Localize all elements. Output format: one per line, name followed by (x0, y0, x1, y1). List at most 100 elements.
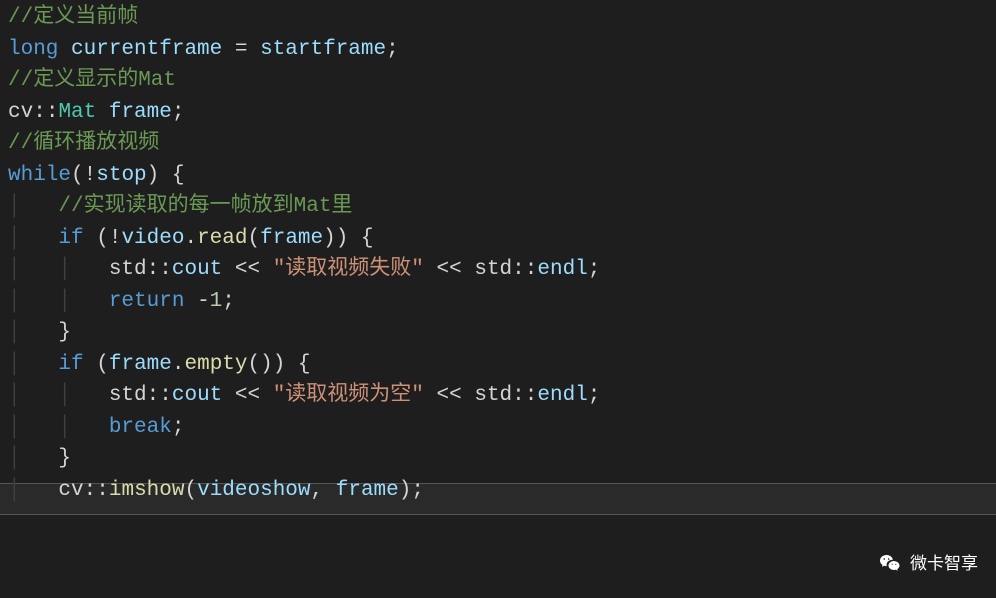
paren: ) { (147, 164, 185, 187)
code-line: cv::Mat frame; (8, 97, 996, 129)
indent-guide: │ (8, 317, 58, 349)
code-editor[interactable]: //定义当前帧 long currentframe = startframe; … (0, 0, 996, 506)
code-line: │ │ break; (8, 412, 996, 444)
keyword-while: while (8, 164, 71, 187)
indent-guide: │ │ (8, 412, 109, 444)
paren: ); (399, 479, 424, 502)
indent-guide: │ (8, 349, 58, 381)
operator: << (222, 258, 272, 281)
function-call: read (197, 227, 247, 250)
identifier: endl (537, 384, 587, 407)
keyword-return: return (109, 290, 185, 313)
space (184, 290, 197, 313)
indent-guide: │ (8, 443, 58, 475)
paren: (! (71, 164, 96, 187)
code-line: │ if (frame.empty()) { (8, 349, 996, 381)
semicolon: ; (172, 101, 185, 124)
identifier: frame (96, 101, 172, 124)
indent-guide: │ (8, 475, 58, 507)
identifier: frame (260, 227, 323, 250)
scope-op: :: (33, 101, 58, 124)
semicolon: ; (386, 38, 399, 61)
dot: . (184, 227, 197, 250)
code-line: │ │ std::cout << "读取视频为空" << std::endl; (8, 380, 996, 412)
scope-op: :: (84, 479, 109, 502)
keyword-if: if (58, 227, 83, 250)
operator: << (222, 384, 272, 407)
keyword-break: break (109, 416, 172, 439)
namespace: cv (8, 101, 33, 124)
operator: - (197, 290, 210, 313)
code-line: //循环播放视频 (8, 128, 996, 160)
identifier: cout (172, 384, 222, 407)
function-call: imshow (109, 479, 185, 502)
indent-guide: │ │ (8, 254, 109, 286)
code-line: │ cv::imshow(videoshow, frame); (8, 475, 996, 507)
indent-guide: │ │ (8, 286, 109, 318)
comma: , (311, 479, 336, 502)
identifier: video (121, 227, 184, 250)
code-line: │ //实现读取的每一帧放到Mat里 (8, 191, 996, 223)
wechat-icon (878, 551, 902, 575)
operator: = (235, 38, 260, 61)
identifier: videoshow (197, 479, 310, 502)
indent-guide: │ (8, 223, 58, 255)
comment: //实现读取的每一帧放到Mat里 (58, 195, 352, 218)
keyword-if: if (58, 353, 83, 376)
type-mat: Mat (58, 101, 96, 124)
code-line: │ │ return -1; (8, 286, 996, 318)
string-literal: "读取视频为空" (273, 384, 424, 407)
identifier: startframe (260, 38, 386, 61)
operator: << (424, 384, 474, 407)
identifier: frame (336, 479, 399, 502)
paren: )) { (323, 227, 373, 250)
semicolon: ; (588, 258, 601, 281)
string-literal: "读取视频失败" (273, 258, 424, 281)
comment: //定义当前帧 (8, 6, 138, 29)
namespace: std (109, 258, 147, 281)
namespace: std (109, 384, 147, 407)
paren: ( (184, 479, 197, 502)
identifier: cout (172, 258, 222, 281)
brace: } (58, 447, 71, 470)
code-line: while(!stop) { (8, 160, 996, 192)
operator: << (424, 258, 474, 281)
scope-op: :: (147, 384, 172, 407)
namespace: std (474, 258, 512, 281)
indent-guide: │ │ (8, 380, 109, 412)
code-content: //定义当前帧 long currentframe = startframe; … (8, 2, 996, 506)
semicolon: ; (172, 416, 185, 439)
namespace: std (474, 384, 512, 407)
paren: ( (248, 227, 261, 250)
dot: . (172, 353, 185, 376)
paren: ()) { (248, 353, 311, 376)
watermark: 微卡智享 (878, 551, 978, 577)
namespace: cv (58, 479, 83, 502)
semicolon: ; (222, 290, 235, 313)
code-line: //定义显示的Mat (8, 65, 996, 97)
semicolon: ; (588, 384, 601, 407)
comment: //循环播放视频 (8, 132, 159, 155)
identifier: frame (109, 353, 172, 376)
watermark-text: 微卡智享 (910, 551, 978, 577)
comment: //定义显示的Mat (8, 69, 176, 92)
code-line: │ } (8, 317, 996, 349)
keyword-long: long (8, 38, 58, 61)
indent-guide: │ (8, 191, 58, 223)
identifier: endl (537, 258, 587, 281)
code-line: //定义当前帧 (8, 2, 996, 34)
brace: } (58, 321, 71, 344)
scope-op: :: (512, 258, 537, 281)
identifier: currentframe (58, 38, 234, 61)
paren: ( (84, 353, 109, 376)
paren: (! (84, 227, 122, 250)
number-literal: 1 (210, 290, 223, 313)
scope-op: :: (147, 258, 172, 281)
code-line: │ │ std::cout << "读取视频失败" << std::endl; (8, 254, 996, 286)
function-call: empty (184, 353, 247, 376)
code-line: │ if (!video.read(frame)) { (8, 223, 996, 255)
identifier: stop (96, 164, 146, 187)
code-line: │ } (8, 443, 996, 475)
scope-op: :: (512, 384, 537, 407)
code-line: long currentframe = startframe; (8, 34, 996, 66)
